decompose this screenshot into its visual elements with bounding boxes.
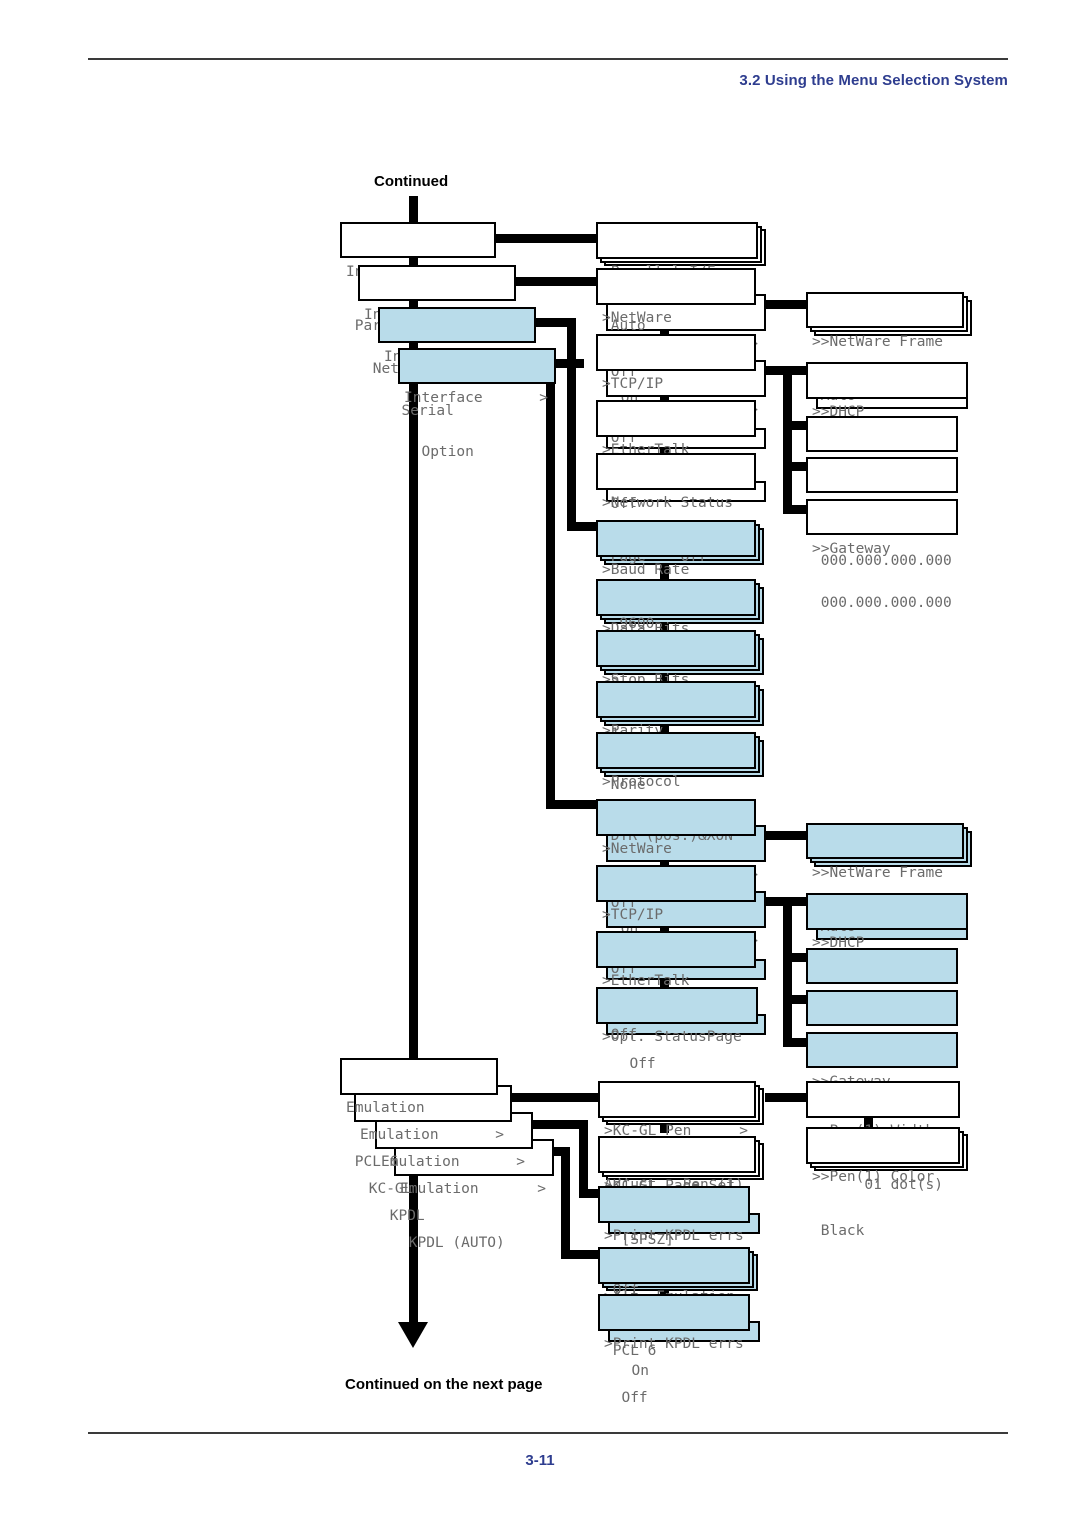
link-kpdlauto-v: [561, 1147, 570, 1259]
lcd-line1: >>NetWare Frame: [812, 865, 943, 881]
lcd-line1: >Print KPDL errs: [604, 1336, 744, 1352]
lcd-baud-rate[interactable]: >Baud Rate 9600: [596, 520, 756, 632]
chevron-right-icon: >: [516, 1154, 525, 1170]
link-tcpip-bus-1-v: [783, 366, 792, 514]
lcd-line2: 000.000.000.000: [812, 595, 952, 611]
lcd-line1: >Opt. StatusPage: [602, 1029, 742, 1045]
page-number: 3-11: [525, 1452, 555, 1469]
lcd-tcpip-off-1[interactable]: >TCP/IP Off: [596, 334, 756, 446]
lcd-kcgl-pen[interactable]: >KC-GL Pen > Adjust Pen (1): [598, 1081, 756, 1193]
lcd-emulation-pcl6[interactable]: Emulation PCL 6: [340, 1058, 498, 1170]
link-ip-1: [783, 421, 807, 430]
chevron-right-icon: >: [495, 1127, 504, 1143]
lcd-ethertalk-off-1[interactable]: >EtherTalk Off: [596, 400, 756, 512]
lcd-dhcp-off-1[interactable]: >>DHCP Off: [806, 362, 968, 474]
lcd-gateway-1[interactable]: >>Gateway 000.000.000.000: [806, 499, 958, 611]
lcd-print-kpdl-errs-2[interactable]: >Print KPDL errs Off: [598, 1294, 750, 1406]
link-serial-h2: [567, 522, 599, 531]
link-netwareframe-1: [762, 300, 806, 309]
lcd-line2: Option: [404, 444, 474, 460]
link-option-h2: [546, 800, 599, 809]
chevron-right-icon: >: [539, 390, 548, 406]
lcd-pen1-color[interactable]: >>Pen(1) Color Black: [806, 1127, 960, 1239]
lcd-line1: >NetWare: [602, 841, 672, 857]
chevron-right-icon: >: [537, 1181, 546, 1197]
link-penwidth: [765, 1093, 807, 1102]
lcd-interface-serial[interactable]: Interface> Serial: [378, 307, 536, 419]
lcd-network-status-1[interactable]: >Network Status Page Off: [596, 453, 756, 565]
flow-arrowhead: [398, 1322, 428, 1348]
link-gateway-1: [783, 505, 807, 514]
lcd-line2: Off: [604, 1390, 648, 1406]
lcd-dhcp-off-2[interactable]: >>DHCP Off: [806, 893, 968, 1005]
lcd-ip-address-1[interactable]: >>IP Address 000.000.000.000: [806, 416, 958, 528]
lcd-line2: PCL 6: [346, 1154, 399, 1170]
link-gateway-2: [783, 1038, 807, 1047]
document-page: 3.2 Using the Menu Selection System Cont…: [0, 0, 1080, 1528]
lcd-line1: >TCP/IP: [602, 907, 664, 923]
lcd-line1: Interface: [404, 390, 483, 406]
lcd-line1: >NetWare: [602, 310, 672, 326]
lcd-line1: >Protocol: [602, 774, 681, 790]
lcd-subnet-mask-1[interactable]: >>Subnet Mask 000.000.000.000: [806, 457, 958, 569]
lcd-line1: >TCP/IP: [602, 376, 664, 392]
lcd-interface-option[interactable]: Interface > Option: [398, 348, 556, 460]
lcd-subnet-mask-2[interactable]: >>Subnet Mask 000.000.000.000: [806, 990, 958, 1102]
link-option-h: [554, 359, 584, 368]
lcd-line1: >Baud Rate: [602, 562, 690, 578]
lcd-kcgl-page-set[interactable]: >KC-GL Page Set [SPSZ]: [598, 1136, 756, 1248]
lcd-parallel-if[interactable]: >Parallel I/F Auto: [596, 222, 758, 334]
lcd-line1: Emulation: [346, 1100, 425, 1116]
lcd-line1: >Print KPDL errs: [604, 1228, 744, 1244]
link-subnet-2: [783, 995, 807, 1004]
lcd-data-bits[interactable]: >Data Bits 8: [596, 579, 756, 691]
link-network: [515, 277, 599, 286]
lcd-interface-parallel[interactable]: Interface> Parallel: [340, 222, 496, 334]
lcd-parity[interactable]: >Parity None: [596, 681, 756, 793]
lcd-ip-address-2[interactable]: >>IP Address 000.000.000.000: [806, 948, 958, 1060]
lcd-opt-statuspage[interactable]: >Opt. StatusPage On: [596, 987, 758, 1099]
footer-rule: [88, 1432, 1008, 1434]
lcd-netware-off-1[interactable]: >NetWare Off: [596, 268, 756, 380]
link-netwareframe-2: [762, 831, 806, 840]
lcd-netware-frame-1[interactable]: >>NetWare Frame Auto: [806, 292, 964, 404]
lcd-protocol[interactable]: >Protocol DTR (pos.)&XON: [596, 732, 756, 844]
link-serial-v: [567, 318, 576, 531]
lcd-tcpip-off-2[interactable]: >TCP/IP Off: [596, 865, 756, 977]
lcd-ethertalk-off-2[interactable]: >EtherTalk Off: [596, 931, 756, 1043]
link-tcpip-bus-2-v: [783, 897, 792, 1047]
lcd-pen1-width[interactable]: >>Pen(1) Width 01 dot(s): [806, 1081, 960, 1193]
lcd-line1: >>Pen(1) Color: [812, 1169, 935, 1185]
lcd-line1: >>NetWare Frame: [812, 334, 943, 350]
header-rule: [88, 58, 1008, 60]
link-ip-2: [783, 953, 807, 962]
section-header-title: 3.2 Using the Menu Selection System: [739, 72, 1008, 89]
link-dhcp-2: [783, 897, 807, 906]
lcd-netware-frame-2[interactable]: >>NetWare Frame Auto: [806, 823, 964, 935]
link-dhcp-1: [783, 366, 807, 375]
lcd-line1: >>Gateway: [812, 541, 891, 557]
lcd-gateway-2[interactable]: >>Gateway 000.000.000.000: [806, 1032, 958, 1144]
link-kpdlauto-h2: [561, 1250, 601, 1259]
lcd-interface-network[interactable]: Interface> Network: [358, 265, 516, 377]
link-kpdl-v: [579, 1120, 588, 1197]
link-kcgl: [497, 1093, 599, 1102]
lcd-line2: Black: [812, 1223, 865, 1239]
lcd-line1: >Network Status: [602, 495, 733, 511]
caption-continued: Continued: [374, 173, 449, 190]
lcd-netware-off-2[interactable]: >NetWare Off: [596, 799, 756, 911]
link-subnet-1: [783, 462, 807, 471]
link-parallel: [494, 234, 599, 243]
caption-continued-next-page: Continued on the next page: [345, 1376, 543, 1393]
lcd-alt-emulation[interactable]: >Alt. Emulation PCL 6: [598, 1247, 750, 1359]
lcd-stop-bits[interactable]: >Stop Bits 1: [596, 630, 756, 742]
lcd-print-kpdl-errs-1[interactable]: >Print KPDL errs Off: [598, 1186, 750, 1298]
